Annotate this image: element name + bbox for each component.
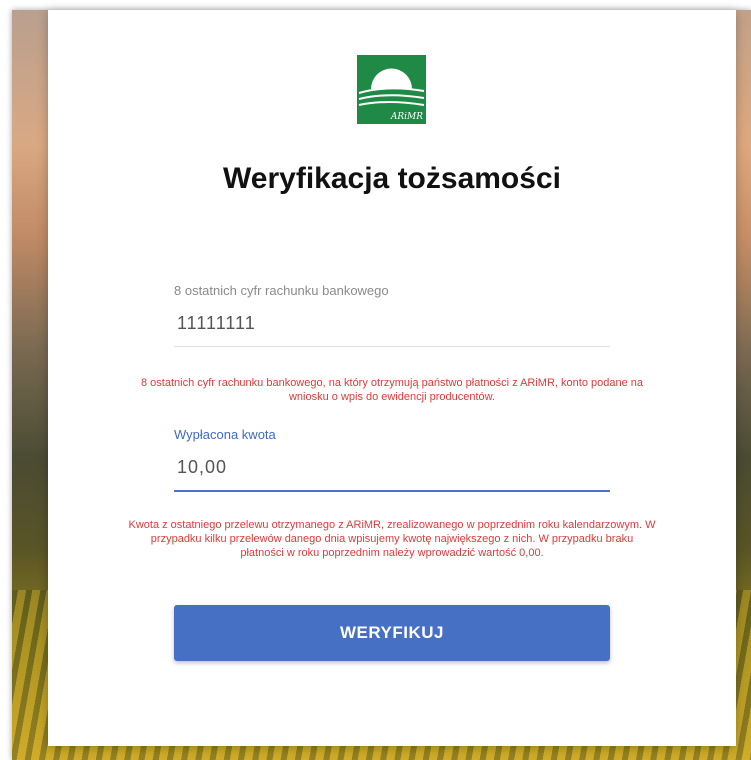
bank-account-underline xyxy=(174,346,610,347)
verify-button[interactable]: WERYFIKUJ xyxy=(174,605,610,661)
amount-hint: Kwota z ostatniego przelewu otrzymanego … xyxy=(128,519,656,559)
arimr-logo: ARiMR xyxy=(357,55,426,124)
page-title: Weryfikacja tożsamości xyxy=(223,162,561,195)
logo-text: ARiMR xyxy=(390,112,423,122)
bank-account-label: 8 ostatnich cyfr rachunku bankowego xyxy=(174,283,389,298)
amount-underline xyxy=(174,490,610,492)
verification-card: ARiMR Weryfikacja tożsamości 8 ostatnich… xyxy=(48,10,736,746)
amount-field[interactable]: Wypłacona kwota 10,00 xyxy=(174,427,610,492)
amount-label: Wypłacona kwota xyxy=(174,427,276,442)
bank-account-field[interactable]: 8 ostatnich cyfr rachunku bankowego 1111… xyxy=(174,283,610,347)
bank-account-hint: 8 ostatnich cyfr rachunku bankowego, na … xyxy=(141,377,643,403)
bank-account-input[interactable]: 11111111 xyxy=(174,310,610,336)
amount-input[interactable]: 10,00 xyxy=(174,454,610,480)
